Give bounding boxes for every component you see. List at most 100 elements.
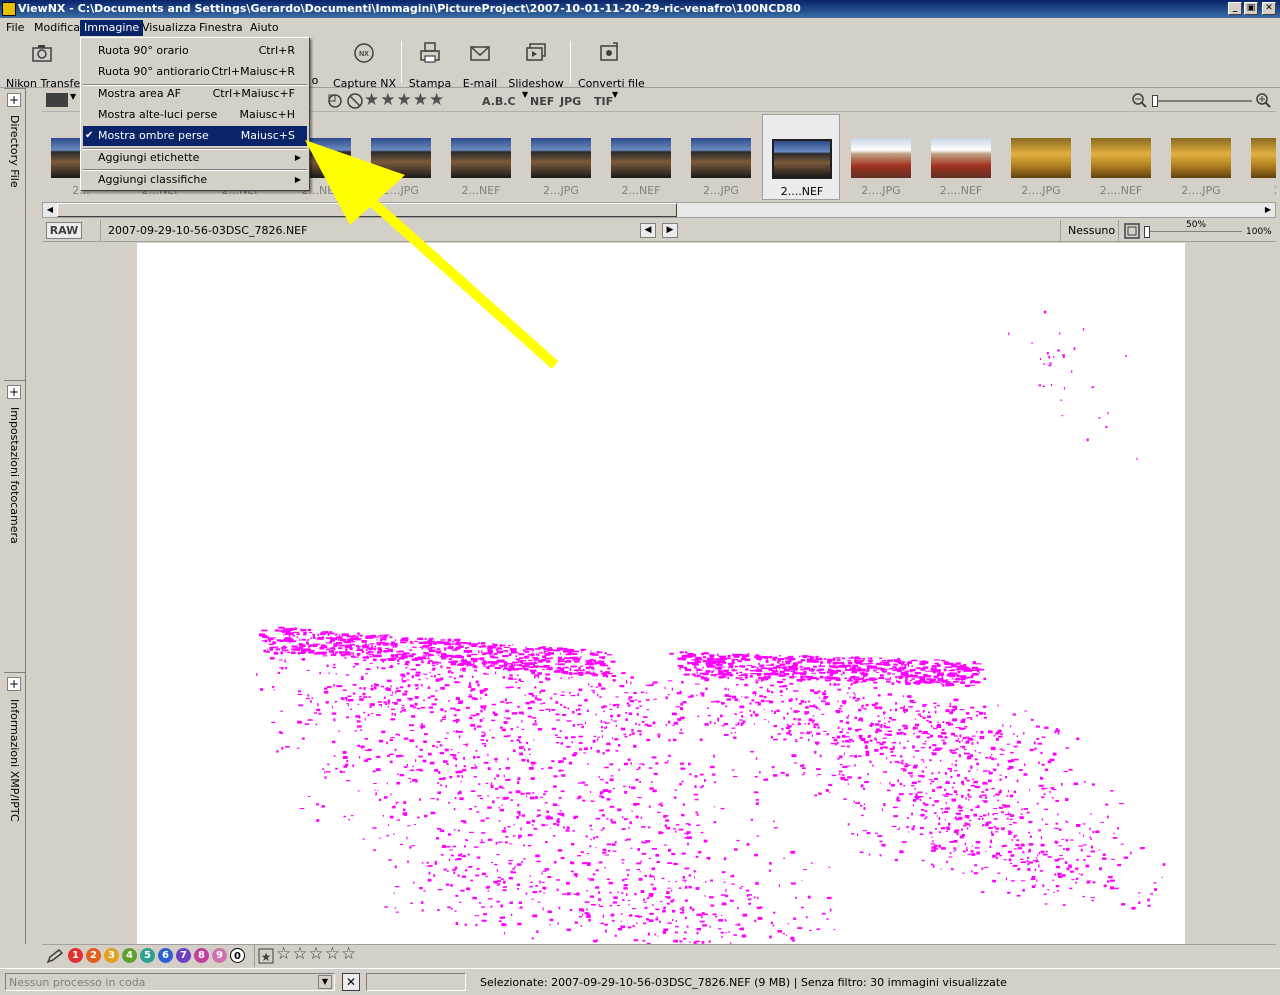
- thumbnail[interactable]: 2....NEF: [1082, 114, 1160, 200]
- menu-mostra-ombre-perse[interactable]: ✔ Mostra ombre perse Maiusc+S: [83, 126, 307, 146]
- panel-directory-file[interactable]: + Directory File: [4, 88, 26, 380]
- menu-ruota-antiorario[interactable]: Ruota 90° antiorario Ctrl+Maiusc+R: [83, 62, 307, 82]
- shadow-speckle: [579, 656, 582, 658]
- menu-ruota-orario[interactable]: Ruota 90° orario Ctrl+R: [83, 41, 307, 61]
- chevron-down-icon[interactable]: ▼: [70, 92, 76, 101]
- color-label-9[interactable]: 9: [212, 948, 227, 963]
- zoom-out-icon[interactable]: [1132, 93, 1148, 109]
- thumbnail[interactable]: 2...JPG: [682, 114, 760, 200]
- shadow-speckle: [457, 752, 460, 754]
- no-rating-icon[interactable]: [346, 92, 364, 110]
- thumbnail[interactable]: 2....NEF: [922, 114, 1000, 200]
- filmstrip-scrollbar[interactable]: ◀ ▶: [42, 202, 1276, 218]
- thumbnail[interactable]: 2....JPG: [1002, 114, 1080, 200]
- filter-tif[interactable]: TIF: [594, 95, 613, 108]
- shadow-speckle: [934, 659, 941, 661]
- color-label-4[interactable]: 4: [122, 948, 137, 963]
- color-label-0[interactable]: 0: [230, 948, 245, 963]
- email-button[interactable]: E-mail: [460, 40, 500, 90]
- expand-icon[interactable]: +: [7, 385, 21, 399]
- shadow-speckle: [735, 676, 738, 679]
- shadow-speckle: [403, 737, 409, 740]
- minimize-button[interactable]: _: [1228, 2, 1242, 15]
- capture-nx-button[interactable]: NX Capture NX: [333, 40, 396, 90]
- filter-jpg[interactable]: JPG: [560, 95, 581, 108]
- queue-field[interactable]: Nessun processo in coda ▼: [5, 973, 335, 991]
- close-button[interactable]: ✕: [1262, 2, 1276, 15]
- filter-select[interactable]: Nessuno: [1068, 224, 1115, 237]
- panel-impostazioni-fotocamera[interactable]: + Impostazioni fotocamera: [4, 380, 26, 672]
- shadow-speckle: [298, 690, 301, 693]
- zoom-slider[interactable]: [1144, 231, 1242, 232]
- shadow-speckle: [498, 820, 501, 822]
- fit-screen-icon[interactable]: [1124, 223, 1140, 239]
- shadow-speckle: [1064, 861, 1068, 864]
- shadow-speckle: [765, 677, 769, 681]
- scroll-left-icon[interactable]: ◀: [43, 203, 57, 217]
- menu-aiuto[interactable]: Aiuto: [246, 20, 283, 36]
- shadow-speckle: [897, 779, 899, 783]
- prev-image-button[interactable]: ◀: [640, 223, 656, 238]
- thumbnail[interactable]: 2....JPG: [842, 114, 920, 200]
- thumb-size-slider[interactable]: [1152, 100, 1252, 102]
- pencil-icon[interactable]: [46, 948, 64, 964]
- nikon-transfer-button[interactable]: Nikon Transfer: [6, 40, 85, 90]
- chevron-down-icon[interactable]: ▼: [522, 90, 528, 99]
- cancel-queue-button[interactable]: ✕: [342, 973, 360, 991]
- next-image-button[interactable]: ▶: [662, 223, 678, 238]
- shadow-speckle: [463, 743, 467, 745]
- menu-finestra[interactable]: Finestra: [195, 20, 247, 36]
- label-filter-abc[interactable]: A.B.C: [482, 95, 516, 108]
- panel-informazioni-xmp[interactable]: + Informazioni XMP/IPTC: [4, 672, 26, 944]
- color-label-7[interactable]: 7: [176, 948, 191, 963]
- filter-nef[interactable]: NEF: [530, 95, 554, 108]
- shadow-clipping-image[interactable]: [137, 243, 1185, 965]
- shadow-speckle: [421, 862, 424, 864]
- hidden-tool-button[interactable]: o: [308, 40, 322, 87]
- zoom-slider-handle[interactable]: [1144, 226, 1150, 238]
- rating-filter-stars-icon[interactable]: ★★★★★: [364, 90, 445, 110]
- menu-visualizza[interactable]: Visualizza: [138, 20, 200, 36]
- slideshow-button[interactable]: Slideshow: [508, 40, 564, 90]
- shadow-speckle: [776, 709, 780, 712]
- stampa-button[interactable]: Stampa: [408, 40, 452, 90]
- color-label-3[interactable]: 3: [104, 948, 119, 963]
- no-rating-star-icon[interactable]: ★: [258, 948, 274, 964]
- menu-modifica[interactable]: Modifica: [30, 20, 84, 36]
- color-label-6[interactable]: 6: [158, 948, 173, 963]
- thumb-size-slider-handle[interactable]: [1152, 95, 1158, 107]
- color-label-8[interactable]: 8: [194, 948, 209, 963]
- view-mode-icon[interactable]: [46, 93, 68, 107]
- thumbnail[interactable]: 2..: [1242, 114, 1276, 200]
- shadow-speckle: [536, 860, 541, 863]
- thumbnail[interactable]: 2....JPG: [1162, 114, 1240, 200]
- shadow-speckle: [273, 689, 275, 691]
- rating-stars[interactable]: ☆☆☆☆☆: [276, 944, 357, 964]
- color-label-2[interactable]: 2: [86, 948, 101, 963]
- chevron-down-icon[interactable]: ▼: [318, 975, 332, 989]
- expand-icon[interactable]: +: [7, 93, 21, 107]
- shadow-speckle: [359, 638, 362, 640]
- color-label-1[interactable]: 1: [68, 948, 83, 963]
- menu-aggiungi-classifiche[interactable]: Aggiungi classifiche ▶: [83, 170, 307, 190]
- shadow-speckle: [563, 706, 567, 709]
- color-label-5[interactable]: 5: [140, 948, 155, 963]
- rotate-filter-icon[interactable]: [326, 92, 346, 110]
- maximize-button[interactable]: ▣: [1244, 2, 1258, 15]
- zoom-in-icon[interactable]: [1256, 93, 1272, 109]
- menu-aggiungi-etichette[interactable]: Aggiungi etichette ▶: [83, 148, 307, 168]
- scroll-right-icon[interactable]: ▶: [1261, 203, 1275, 217]
- shadow-speckle: [799, 737, 803, 739]
- thumbnail[interactable]: 2....NEF: [762, 114, 840, 200]
- menu-mostra-area-af[interactable]: Mostra area AF Ctrl+Maiusc+F: [83, 84, 307, 104]
- shadow-speckle: [741, 934, 747, 938]
- chevron-down-icon[interactable]: ▼: [612, 90, 618, 99]
- menu-immagine[interactable]: Immagine: [80, 20, 144, 36]
- menu-file[interactable]: File: [2, 20, 28, 36]
- shadow-speckle: [702, 666, 704, 669]
- converti-file-button[interactable]: Converti file: [578, 40, 645, 90]
- shadow-speckle: [578, 688, 583, 692]
- menu-mostra-alte-luci[interactable]: Mostra alte-luci perse Maiusc+H: [83, 105, 307, 125]
- expand-icon[interactable]: +: [7, 677, 21, 691]
- thumbnail[interactable]: 2...NEF: [602, 114, 680, 200]
